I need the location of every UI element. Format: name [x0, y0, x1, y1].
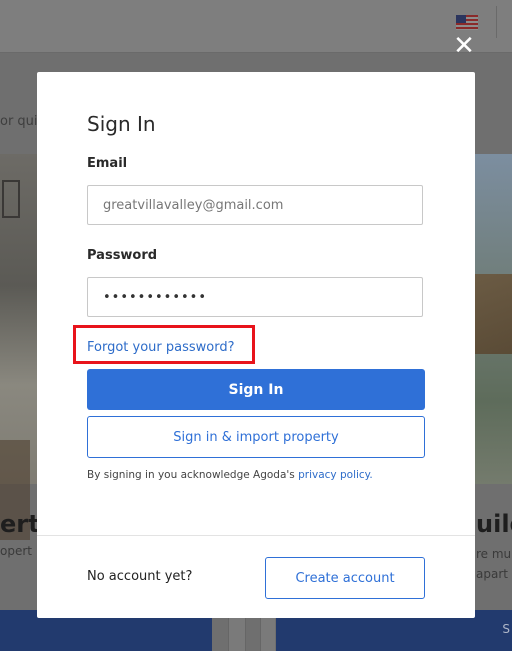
background-card-subtitle-right: re mu apart: [476, 544, 512, 584]
no-account-text: No account yet?: [87, 569, 193, 584]
background-card-subtitle-left: opert: [0, 544, 32, 558]
background-card-subtitle-right-line1: re mu: [476, 547, 512, 561]
background-footer-button-right-label: S: [502, 622, 510, 636]
background-card-title-right: uild: [476, 510, 512, 538]
email-field[interactable]: [87, 185, 423, 225]
privacy-notice-text: By signing in you acknowledge Agoda's: [87, 469, 299, 481]
us-flag-icon[interactable]: [456, 15, 478, 30]
modal-title: Sign In: [87, 112, 156, 136]
background-tagline: or qui: [0, 114, 38, 129]
background-card-title-left: erty: [0, 510, 40, 538]
password-field[interactable]: [87, 277, 423, 317]
privacy-notice: By signing in you acknowledge Agoda's pr…: [87, 469, 373, 481]
background-header: [0, 0, 512, 53]
header-divider: [496, 6, 497, 38]
background-image-left: [0, 154, 38, 540]
modal-divider: [37, 535, 475, 536]
background-image-right: [475, 154, 512, 484]
sign-in-button[interactable]: Sign In: [87, 369, 425, 410]
email-label: Email: [87, 156, 128, 171]
sign-in-import-property-button[interactable]: Sign in & import property: [87, 416, 425, 458]
wall-frame: [2, 180, 20, 218]
create-account-button[interactable]: Create account: [265, 557, 425, 599]
background-card-subtitle-right-line2: apart: [476, 567, 508, 581]
password-label: Password: [87, 248, 158, 263]
highlight-annotation: [73, 325, 255, 364]
privacy-policy-link[interactable]: privacy policy.: [298, 469, 373, 481]
close-icon[interactable]: ✕: [450, 32, 478, 60]
sign-in-modal: Sign In Email Password Forgot your passw…: [37, 72, 475, 618]
thatched-roof: [475, 274, 512, 354]
